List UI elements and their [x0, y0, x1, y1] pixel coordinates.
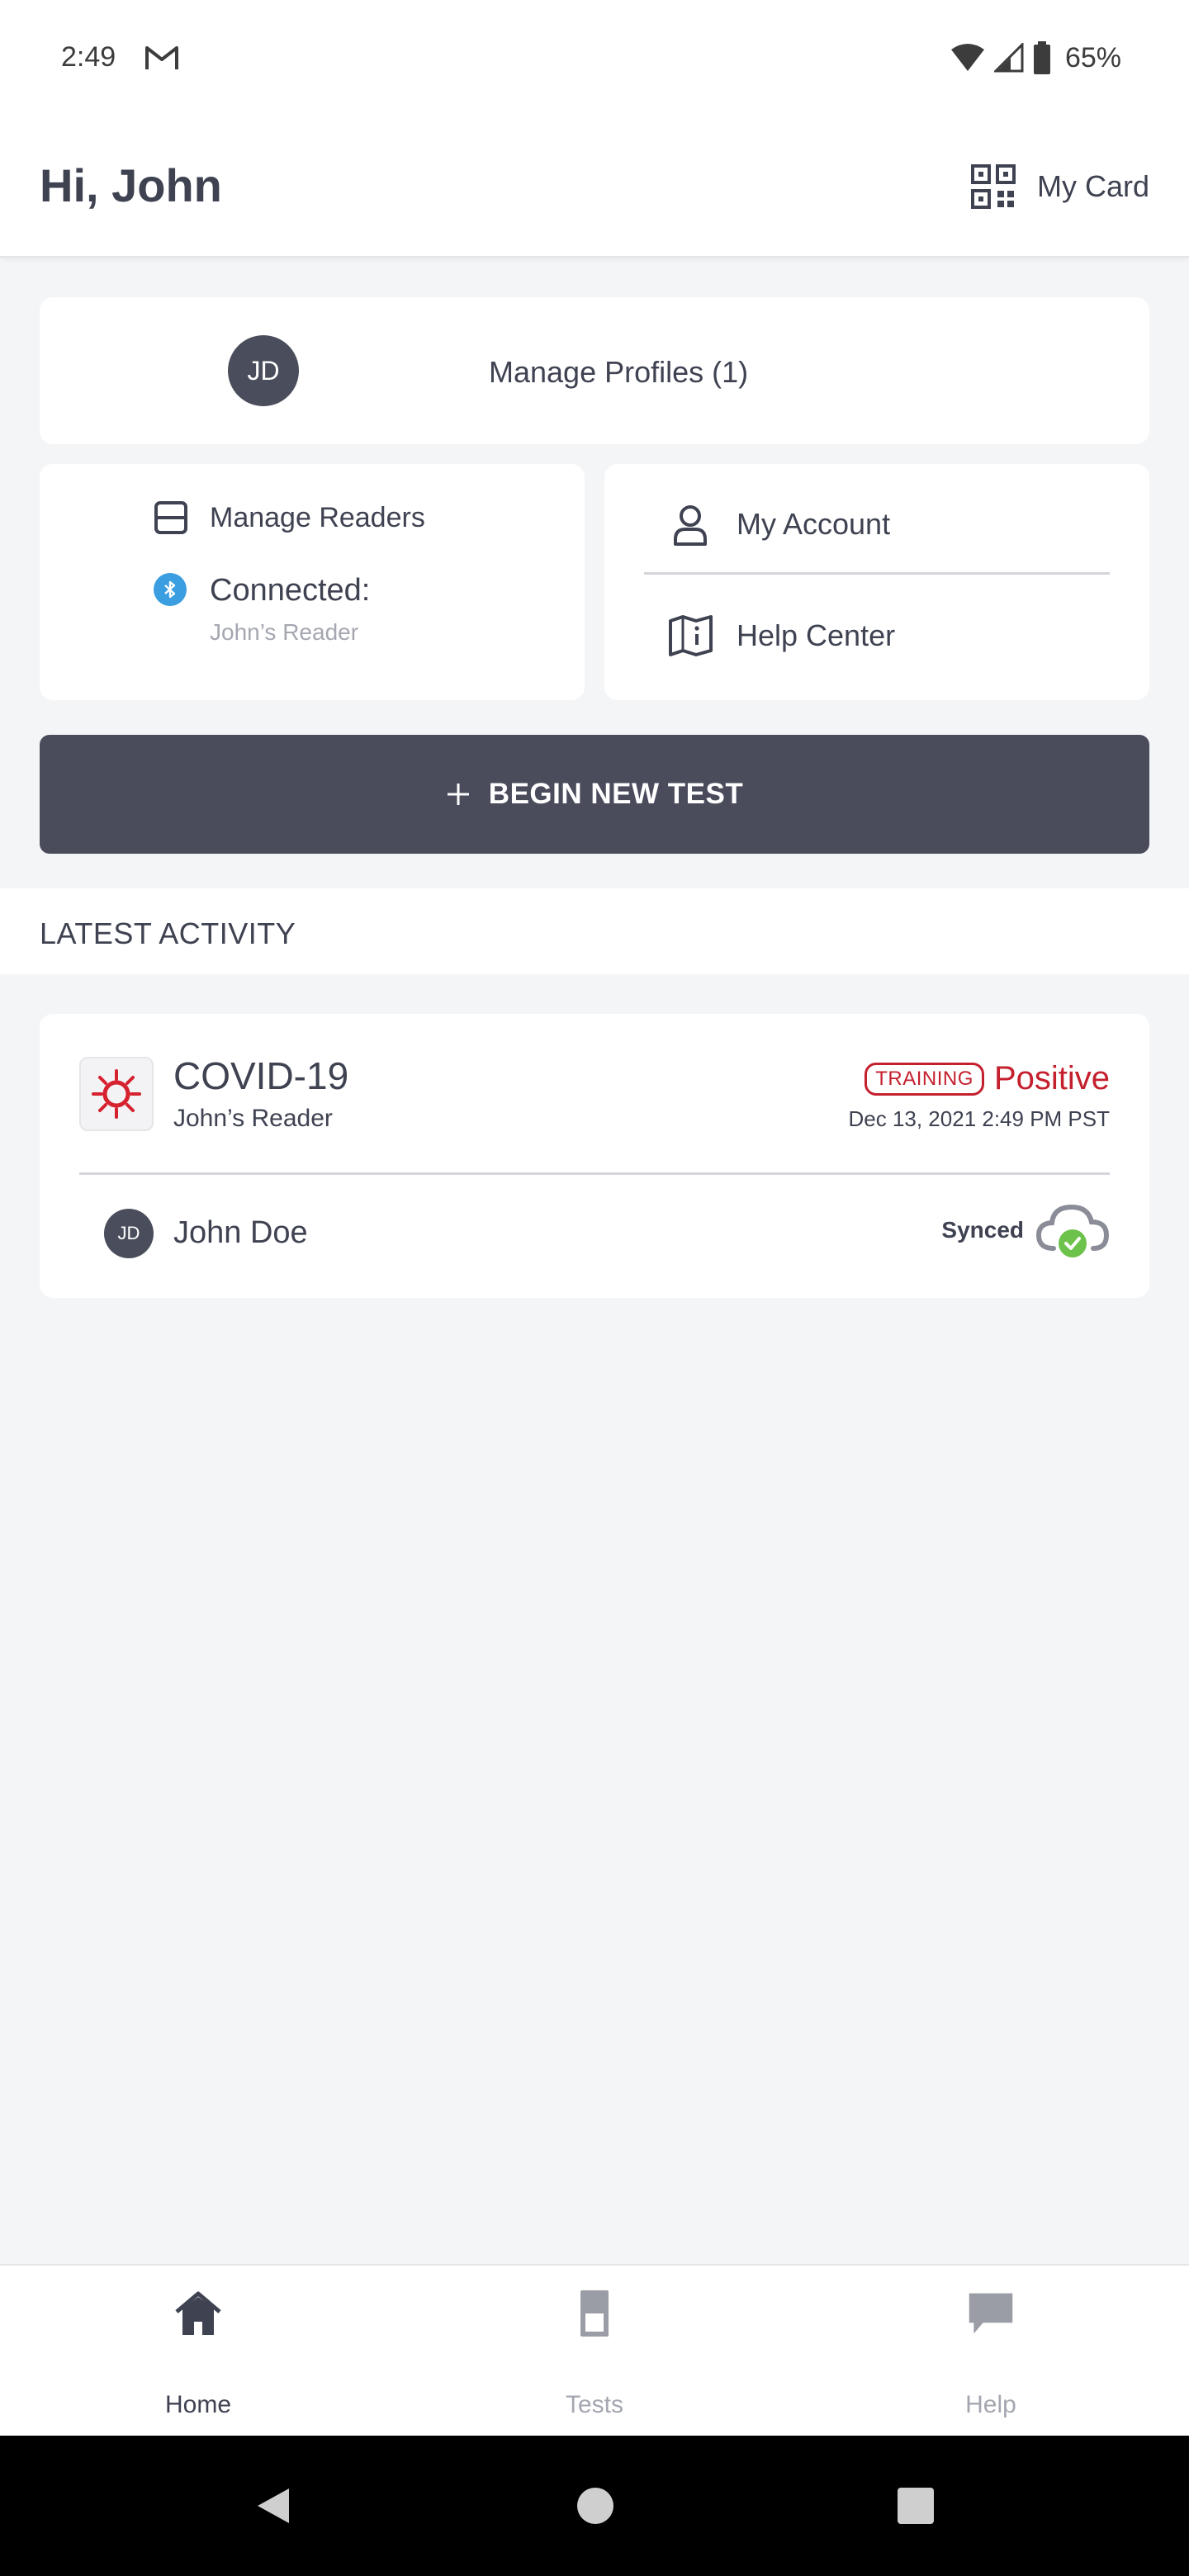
nav-home-label: Home	[164, 2391, 232, 2418]
gmail-icon	[145, 46, 178, 69]
manage-readers-card[interactable]: Manage Readers Connected: John’s Reader	[40, 464, 585, 700]
system-nav-bar	[0, 2436, 1189, 2576]
qr-code-icon	[970, 164, 1016, 209]
account-menu-card: My Account Help Center	[604, 464, 1149, 700]
connected-reader-name: John’s Reader	[210, 619, 359, 645]
my-account-label: My Account	[737, 506, 891, 541]
home-circle-icon[interactable]	[575, 2485, 616, 2526]
greeting-title: Hi, John	[40, 159, 222, 211]
connected-label: Connected:	[210, 573, 371, 608]
test-result: TRAINING Positive	[865, 1060, 1110, 1097]
my-account-button[interactable]: My Account	[644, 476, 1110, 575]
test-date: Dec 13, 2021 2:49 PM PST	[848, 1106, 1110, 1131]
test-strip-icon	[570, 2289, 619, 2338]
activity-card[interactable]: COVID-19 John’s Reader TRAINING Positive…	[40, 1014, 1149, 1298]
help-center-label: Help Center	[737, 618, 896, 652]
status-time: 2:49	[61, 41, 116, 73]
result-text: Positive	[993, 1060, 1110, 1096]
section-title: LATEST ACTIVITY	[40, 916, 296, 950]
manage-profiles-card[interactable]: JD Manage Profiles (1)	[40, 297, 1149, 444]
my-card-label: My Card	[1036, 169, 1149, 203]
plus-icon	[447, 784, 469, 805]
nav-help-label: Help	[965, 2391, 1016, 2418]
wifi-icon	[950, 44, 984, 71]
sync-status: Synced	[941, 1200, 1110, 1260]
manage-profiles-label: Manage Profiles (1)	[489, 355, 749, 389]
sync-label: Synced	[941, 1217, 1024, 1243]
test-name: COVID-19	[173, 1054, 349, 1097]
latest-activity-header: LATEST ACTIVITY	[0, 888, 1189, 974]
my-card-button[interactable]: My Card	[970, 162, 1149, 211]
nav-home[interactable]: Home	[0, 2266, 396, 2437]
nav-help[interactable]: Help	[793, 2266, 1189, 2437]
recents-icon[interactable]	[895, 2485, 936, 2526]
signal-icon	[993, 43, 1024, 73]
user-icon	[674, 504, 707, 546]
battery-icon	[1033, 41, 1050, 74]
bottom-nav: Home Tests Help	[0, 2264, 1189, 2436]
begin-new-test-label: BEGIN NEW TEST	[488, 778, 744, 810]
map-info-icon	[669, 615, 713, 656]
manage-readers-label: Manage Readers	[210, 502, 425, 533]
home-icon	[173, 2289, 223, 2338]
back-icon[interactable]	[253, 2485, 294, 2526]
test-reader-name: John’s Reader	[173, 1105, 333, 1132]
app-header: Hi, John My Card	[0, 116, 1189, 258]
status-bar: 2:49 65%	[0, 0, 1189, 116]
reader-device-icon	[154, 501, 187, 534]
divider	[79, 1172, 1110, 1175]
cloud-synced-icon	[1035, 1204, 1110, 1257]
bluetooth-icon	[154, 573, 187, 606]
avatar: JD	[228, 335, 299, 406]
training-badge: TRAINING	[865, 1062, 984, 1096]
patient-avatar: JD	[104, 1209, 154, 1258]
virus-icon	[79, 1057, 154, 1131]
patient-name: John Doe	[173, 1215, 308, 1250]
battery-percent: 65%	[1064, 41, 1121, 73]
help-center-button[interactable]: Help Center	[644, 586, 1110, 685]
nav-tests[interactable]: Tests	[396, 2266, 793, 2437]
begin-new-test-button[interactable]: BEGIN NEW TEST	[40, 735, 1149, 854]
status-icons: 65%	[950, 40, 1121, 76]
nav-tests-label: Tests	[565, 2391, 624, 2418]
chat-bubble-icon	[966, 2289, 1016, 2338]
